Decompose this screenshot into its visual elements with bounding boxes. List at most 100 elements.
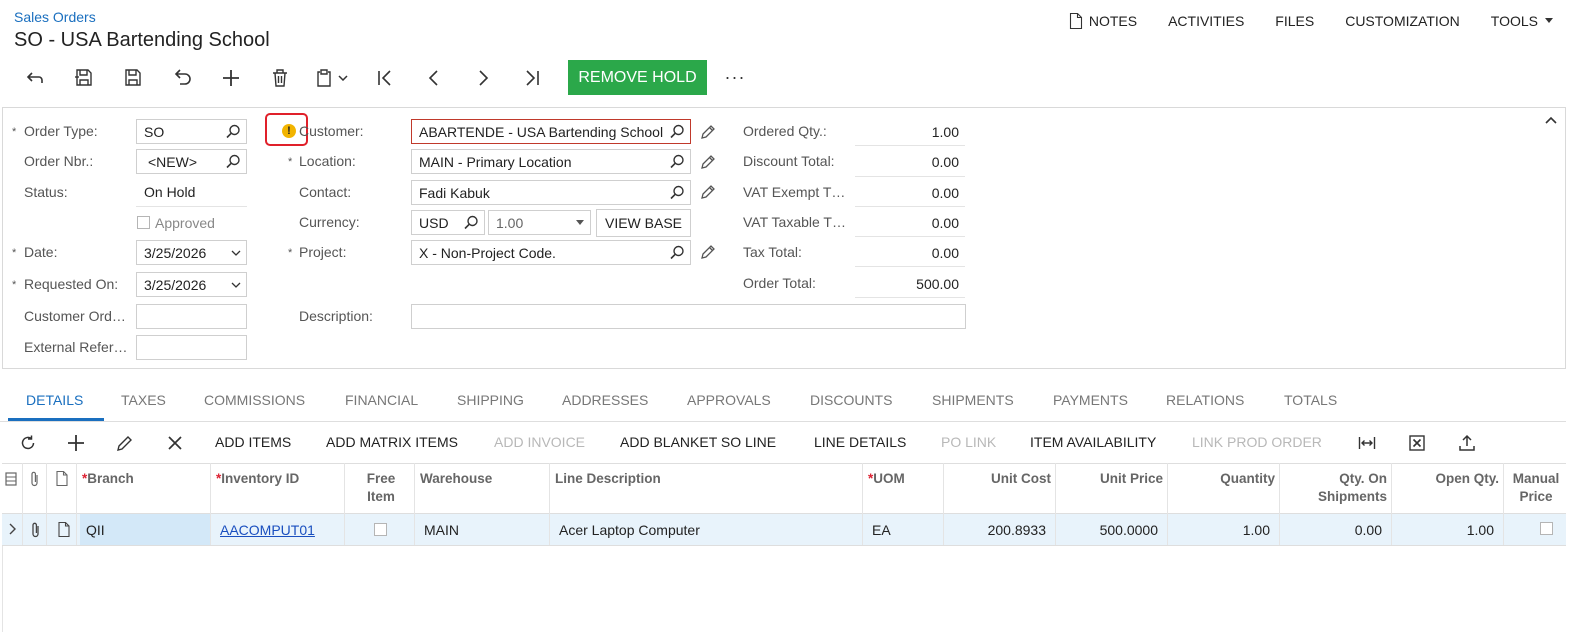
col-manual-price[interactable]: Manual Price: [1505, 470, 1567, 506]
add-matrix-items-button[interactable]: ADD MATRIX ITEMS: [326, 434, 458, 450]
more-actions-button[interactable]: ···: [720, 66, 750, 88]
currency-field[interactable]: USD: [411, 210, 485, 235]
requested-on-field[interactable]: 3/25/2026: [136, 272, 247, 297]
upload-icon[interactable]: [1458, 434, 1476, 452]
link-prod-order-button[interactable]: LINK PROD ORDER: [1192, 434, 1322, 450]
col-warehouse[interactable]: Warehouse: [420, 470, 492, 488]
previous-record-button[interactable]: [409, 60, 458, 96]
search-icon[interactable]: [670, 245, 685, 260]
chevron-down-icon[interactable]: [231, 282, 241, 288]
edit-customer-pencil-icon[interactable]: [700, 124, 716, 140]
col-inventory-id[interactable]: *Inventory ID: [216, 470, 299, 488]
edit-row-pencil-icon[interactable]: [116, 434, 134, 452]
col-uom[interactable]: *UOM: [868, 470, 905, 488]
last-record-button[interactable]: [507, 60, 556, 96]
first-record-button[interactable]: [360, 60, 409, 96]
contact-field[interactable]: Fadi Kabuk: [411, 180, 691, 205]
col-unit-price[interactable]: Unit Price: [1056, 470, 1163, 488]
notes-button[interactable]: NOTES: [1069, 13, 1137, 29]
table-row[interactable]: QII AACOMPUT01 MAIN Acer Laptop Computer…: [2, 514, 1566, 546]
copy-paste-button[interactable]: [304, 60, 360, 96]
cell-free-item-checkbox[interactable]: [374, 523, 387, 536]
col-open-qty[interactable]: Open Qty.: [1392, 470, 1499, 488]
tab-financial[interactable]: FINANCIAL: [345, 392, 418, 408]
col-free-item[interactable]: Free Item: [346, 470, 416, 506]
tab-taxes[interactable]: TAXES: [121, 392, 166, 408]
cell-line-description[interactable]: Acer Laptop Computer: [559, 522, 700, 538]
fit-columns-icon[interactable]: [1358, 434, 1376, 452]
col-quantity[interactable]: Quantity: [1168, 470, 1275, 488]
view-base-button[interactable]: VIEW BASE: [596, 209, 691, 237]
remove-hold-button[interactable]: REMOVE HOLD: [568, 60, 707, 95]
order-type-field[interactable]: SO: [136, 119, 247, 144]
col-qty-on-shipments[interactable]: Qty. On Shipments: [1280, 470, 1387, 506]
project-field[interactable]: X - Non-Project Code.: [411, 240, 691, 265]
add-blanket-so-line-button[interactable]: ADD BLANKET SO LINE: [620, 434, 776, 450]
currency-rate-field[interactable]: 1.00: [488, 210, 591, 235]
add-button[interactable]: [206, 60, 255, 96]
col-line-description[interactable]: Line Description: [555, 470, 661, 488]
edit-project-pencil-icon[interactable]: [700, 244, 716, 260]
cell-manual-price-checkbox[interactable]: [1540, 522, 1553, 535]
back-button[interactable]: [10, 60, 59, 96]
tab-approvals[interactable]: APPROVALS: [687, 392, 771, 408]
cell-warehouse[interactable]: MAIN: [424, 522, 459, 538]
breadcrumb[interactable]: Sales Orders: [14, 9, 96, 25]
tab-shipments[interactable]: SHIPMENTS: [932, 392, 1014, 408]
tab-totals[interactable]: TOTALS: [1284, 392, 1337, 408]
cell-inventory-id[interactable]: AACOMPUT01: [220, 522, 315, 538]
tab-shipping[interactable]: SHIPPING: [457, 392, 524, 408]
order-nbr-field[interactable]: <NEW>: [136, 149, 247, 174]
tools-button[interactable]: TOOLS: [1491, 13, 1554, 29]
tab-addresses[interactable]: ADDRESSES: [562, 392, 648, 408]
cell-uom[interactable]: EA: [872, 522, 891, 538]
row-selector-icon[interactable]: [5, 472, 17, 486]
search-icon[interactable]: [464, 215, 479, 230]
customization-button[interactable]: CUSTOMIZATION: [1345, 13, 1460, 29]
files-button[interactable]: FILES: [1275, 13, 1314, 29]
customer-field[interactable]: ABARTENDE - USA Bartending School: [411, 119, 691, 144]
cell-qty-on-shipments[interactable]: 0.00: [1280, 522, 1382, 538]
delete-row-x-icon[interactable]: [166, 434, 184, 452]
note-icon[interactable]: [58, 522, 70, 537]
cell-branch[interactable]: QII: [86, 522, 105, 538]
save-and-close-button[interactable]: [59, 60, 108, 96]
delete-button[interactable]: [255, 60, 304, 96]
warning-icon[interactable]: !: [282, 124, 296, 138]
edit-contact-pencil-icon[interactable]: [700, 184, 716, 200]
chevron-right-icon[interactable]: [8, 523, 16, 535]
external-ref-field[interactable]: [136, 335, 247, 360]
add-row-plus-icon[interactable]: [67, 434, 85, 452]
tab-commissions[interactable]: COMMISSIONS: [204, 392, 305, 408]
tab-payments[interactable]: PAYMENTS: [1053, 392, 1128, 408]
line-details-button[interactable]: LINE DETAILS: [814, 434, 906, 450]
po-link-button[interactable]: PO LINK: [941, 434, 996, 450]
col-unit-cost[interactable]: Unit Cost: [944, 470, 1051, 488]
search-icon[interactable]: [226, 154, 241, 169]
next-record-button[interactable]: [458, 60, 507, 96]
add-invoice-button[interactable]: ADD INVOICE: [494, 434, 585, 450]
cancel-button[interactable]: [157, 60, 206, 96]
caret-down-icon[interactable]: [575, 220, 585, 226]
cell-unit-price[interactable]: 500.0000: [1056, 522, 1158, 538]
item-availability-button[interactable]: ITEM AVAILABILITY: [1030, 434, 1156, 450]
customer-ord-field[interactable]: [136, 304, 247, 329]
refresh-icon[interactable]: [19, 434, 37, 452]
collapse-chevron-icon[interactable]: [1543, 113, 1559, 129]
location-field[interactable]: MAIN - Primary Location: [411, 149, 691, 174]
edit-location-pencil-icon[interactable]: [700, 154, 716, 170]
search-icon[interactable]: [226, 124, 241, 139]
export-excel-icon[interactable]: [1408, 434, 1426, 452]
col-branch[interactable]: *Branch: [82, 470, 134, 488]
approved-checkbox[interactable]: [137, 216, 150, 229]
search-icon[interactable]: [670, 154, 685, 169]
chevron-down-icon[interactable]: [231, 250, 241, 256]
add-items-button[interactable]: ADD ITEMS: [215, 434, 291, 450]
search-icon[interactable]: [670, 185, 685, 200]
activities-button[interactable]: ACTIVITIES: [1168, 13, 1244, 29]
cell-quantity[interactable]: 1.00: [1168, 522, 1270, 538]
date-field[interactable]: 3/25/2026: [136, 240, 247, 265]
save-button[interactable]: [108, 60, 157, 96]
tab-details[interactable]: DETAILS: [26, 392, 83, 408]
tab-discounts[interactable]: DISCOUNTS: [810, 392, 892, 408]
